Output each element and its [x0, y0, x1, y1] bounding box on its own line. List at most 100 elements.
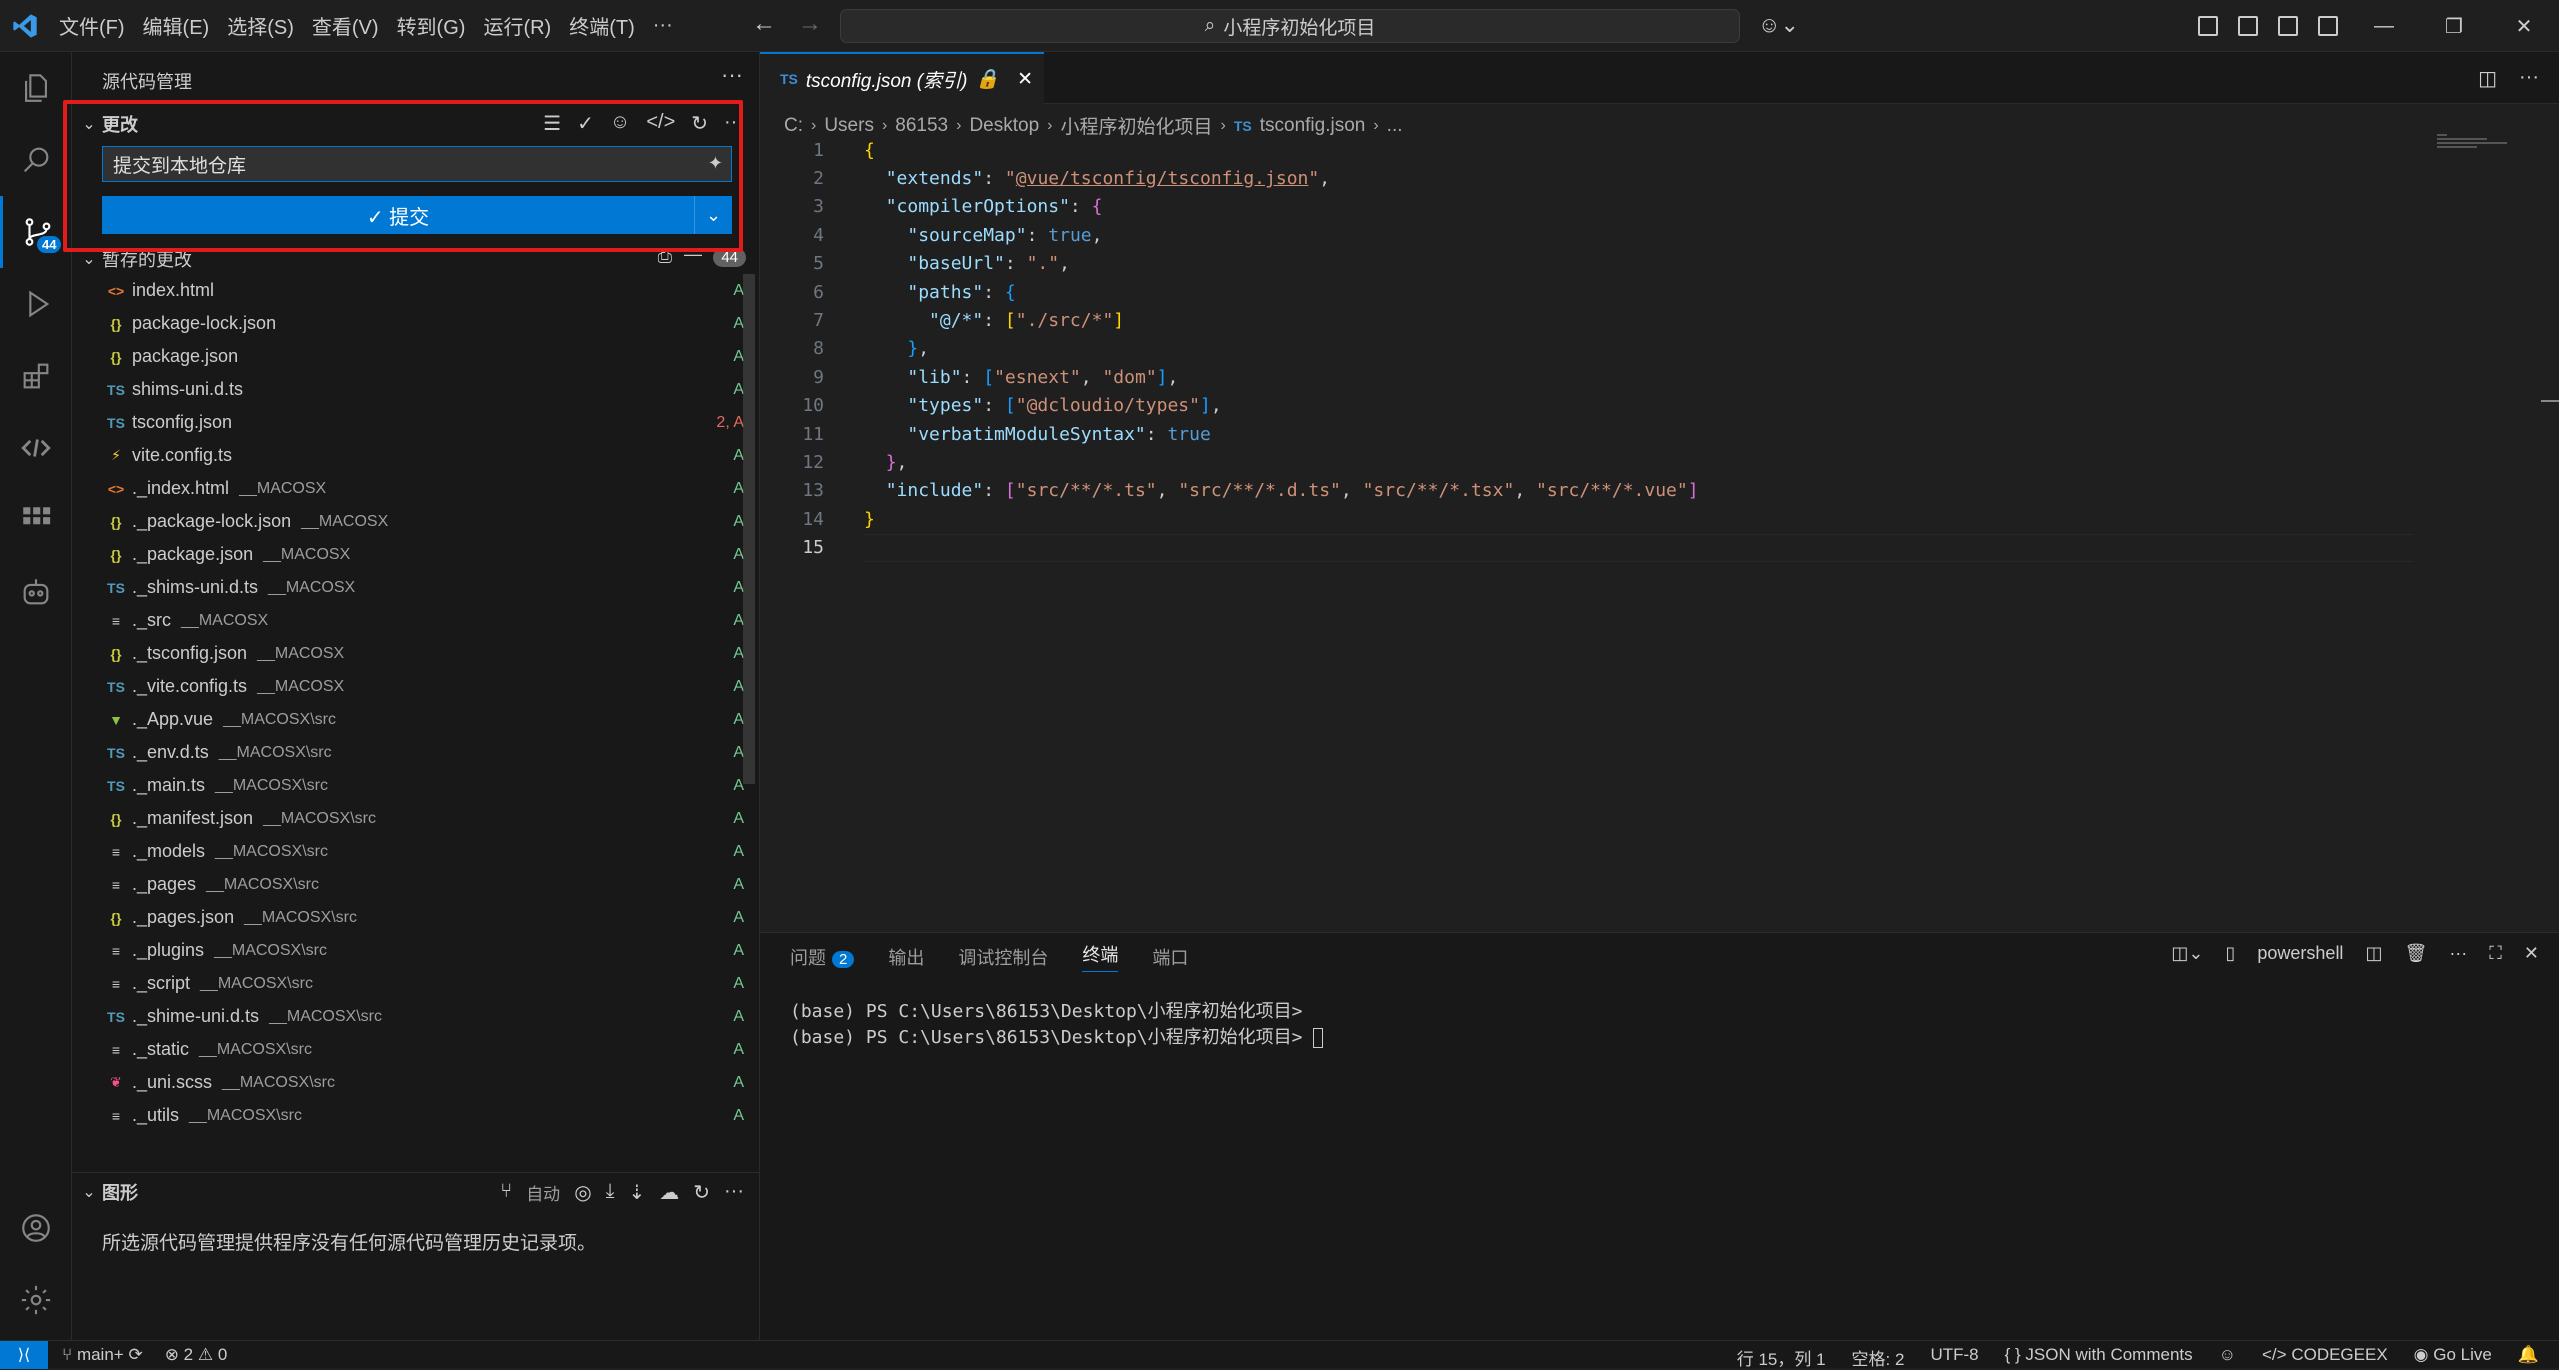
notifications-bell-icon[interactable]: 🔔	[2518, 1345, 2539, 1370]
menu-go[interactable]: 转到(G)	[388, 11, 475, 40]
breadcrumb-item[interactable]: tsconfig.json	[1260, 115, 1366, 137]
open-file-icon[interactable]: ⎙	[658, 246, 672, 267]
list-item[interactable]: {} ._package-lock.json __MACOSX A	[72, 505, 760, 538]
menu-terminal[interactable]: 终端(T)	[560, 11, 644, 40]
trash-icon[interactable]: 🗑	[2404, 943, 2427, 964]
new-terminal-layout-icon[interactable]: ◫⌄	[2171, 943, 2203, 964]
list-item[interactable]: TS ._shims-uni.d.ts __MACOSX A	[72, 571, 760, 604]
terminal-shell-name[interactable]: powershell	[2257, 943, 2343, 964]
tab-output[interactable]: 输出	[888, 944, 924, 970]
list-item[interactable]: TS ._vite.config.ts __MACOSX A	[72, 670, 760, 703]
back-arrow-icon[interactable]: ←	[752, 10, 776, 38]
cursor-position[interactable]: 行 15，列 1	[1737, 1345, 1826, 1370]
list-item[interactable]: TS ._main.ts __MACOSX\src A	[72, 769, 760, 802]
tab-problems[interactable]: 问题 2	[790, 944, 855, 970]
indentation[interactable]: 空格: 2	[1852, 1345, 1905, 1370]
list-item[interactable]: ≡ ._static __MACOSX\src A	[72, 1033, 760, 1066]
run-debug-icon[interactable]	[0, 268, 72, 340]
encoding[interactable]: UTF-8	[1930, 1345, 1978, 1370]
sparkle-icon[interactable]: ✦	[708, 153, 723, 174]
codegeex-icon[interactable]	[0, 412, 72, 484]
copilot-icon[interactable]: ☺⌄	[1758, 12, 1799, 38]
list-item[interactable]: {} ._package.json __MACOSX A	[72, 538, 760, 571]
panel-more-icon[interactable]: ···	[2449, 943, 2467, 964]
breadcrumb-item[interactable]: 小程序初始化项目	[1060, 112, 1212, 139]
minimize-icon[interactable]: —	[2349, 0, 2419, 52]
close-icon[interactable]: ✕	[2489, 0, 2559, 52]
apps-grid-icon[interactable]	[0, 484, 72, 556]
problems-status[interactable]: ⊗ 2 ⚠ 0	[165, 1345, 228, 1365]
account-icon[interactable]	[0, 1192, 72, 1264]
graph-more-icon[interactable]: ···	[724, 1180, 744, 1205]
target-icon[interactable]: ◎	[574, 1180, 591, 1205]
commit-dropdown-chevron-icon[interactable]: ⌄	[694, 196, 732, 234]
list-item[interactable]: ❦ ._uni.scss __MACOSX\src A	[72, 1066, 760, 1099]
more-actions-icon[interactable]: ···	[721, 62, 743, 88]
language-mode[interactable]: { } JSON with Comments	[2005, 1345, 2193, 1370]
toggle-panel-icon[interactable]	[2278, 16, 2298, 36]
maximize-panel-icon[interactable]: ⛶	[2489, 943, 2502, 964]
split-terminal-icon[interactable]: ◫	[2365, 943, 2382, 964]
remote-indicator-icon[interactable]: ⟩⟨	[0, 1340, 48, 1369]
pull-icon[interactable]: ⇣	[628, 1180, 645, 1205]
source-control-icon[interactable]: 44	[0, 196, 72, 268]
tab-tsconfig[interactable]: TS tsconfig.json (索引) 🔒 ✕	[760, 52, 1044, 104]
extensions-icon[interactable]	[0, 340, 72, 412]
robot-icon[interactable]	[0, 556, 72, 628]
list-item[interactable]: ▼ ._App.vue __MACOSX\src A	[72, 703, 760, 736]
tab-debug-console[interactable]: 调试控制台	[958, 944, 1048, 970]
list-item[interactable]: ≡ ._models __MACOSX\src A	[72, 835, 760, 868]
menu-edit[interactable]: 编辑(E)	[134, 11, 219, 40]
menu-run[interactable]: 运行(R)	[474, 11, 560, 40]
section-more-icon[interactable]: ···	[724, 111, 744, 136]
list-item[interactable]: ≡ ._script __MACOSX\src A	[72, 967, 760, 1000]
codegeex-status[interactable]: </> CODEGEEX	[2262, 1345, 2388, 1370]
list-item[interactable]: TS tsconfig.json 2, A	[72, 406, 760, 439]
list-item[interactable]: {} ._pages.json __MACOSX\src A	[72, 901, 760, 934]
graph-refresh-icon[interactable]: ↻	[693, 1180, 710, 1205]
breadcrumb-item[interactable]: C:	[784, 115, 803, 137]
explorer-icon[interactable]	[0, 52, 72, 124]
tab-ports[interactable]: 端口	[1152, 944, 1188, 970]
editor-more-icon[interactable]: ···	[2519, 66, 2539, 91]
list-item[interactable]: ≡ ._src __MACOSX A	[72, 604, 760, 637]
list-item[interactable]: {} package.json A	[72, 340, 760, 373]
menu-view[interactable]: 查看(V)	[303, 11, 388, 40]
split-editor-icon[interactable]: ◫	[2478, 66, 2497, 91]
graph-section-header[interactable]: ⌄ 图形 ⑂ 自动 ◎ ⤓ ⇣ ☁ ↻ ···	[72, 1172, 760, 1210]
list-item[interactable]: {} package-lock.json A	[72, 307, 760, 340]
menu-file[interactable]: 文件(F)	[50, 11, 134, 40]
menu-selection[interactable]: 选择(S)	[218, 11, 303, 40]
commit-message-input[interactable]: 提交到本地仓库 ✦	[102, 146, 732, 182]
list-item[interactable]: {} ._tsconfig.json __MACOSX A	[72, 637, 760, 670]
commit-check-icon[interactable]: ✓	[577, 111, 594, 136]
commit-button[interactable]: ✓ 提交 ⌄	[102, 196, 732, 234]
staged-changes-header[interactable]: ⌄ 暂存的更改 ⎙ — 44	[72, 242, 760, 275]
list-item[interactable]: TS ._env.d.ts __MACOSX\src A	[72, 736, 760, 769]
list-item[interactable]: ≡ ._pages __MACOSX\src A	[72, 868, 760, 901]
command-center-search[interactable]: ⌕ 小程序初始化项目	[840, 9, 1740, 43]
unstage-all-icon[interactable]: —	[684, 244, 702, 265]
tab-terminal[interactable]: 终端	[1082, 941, 1119, 972]
go-live-status[interactable]: ◉ Go Live	[2414, 1345, 2492, 1370]
forward-arrow-icon[interactable]: →	[798, 10, 822, 38]
ai-assist-icon[interactable]: ☺	[610, 111, 630, 136]
list-item[interactable]: {} ._manifest.json __MACOSX\src A	[72, 802, 760, 835]
fetch-icon[interactable]: ⤓	[606, 1180, 615, 1205]
customize-layout-icon[interactable]	[2198, 16, 2218, 36]
breadcrumb-item[interactable]: Desktop	[969, 115, 1039, 137]
search-icon[interactable]	[0, 124, 72, 196]
copilot-status-icon[interactable]: ☺	[2219, 1345, 2236, 1370]
toggle-secondary-sidebar-icon[interactable]	[2318, 16, 2338, 36]
tab-close-icon[interactable]: ✕	[1017, 68, 1033, 91]
breadcrumb-item[interactable]: ...	[1387, 115, 1403, 137]
toggle-primary-sidebar-icon[interactable]	[2238, 16, 2258, 36]
list-item[interactable]: ≡ ._plugins __MACOSX\src A	[72, 934, 760, 967]
breadcrumb-item[interactable]: 86153	[895, 115, 948, 137]
menu-more[interactable]: ···	[644, 14, 682, 37]
list-item[interactable]: ≡ ._utils __MACOSX\src A	[72, 1099, 760, 1132]
view-as-list-icon[interactable]: ☰	[543, 111, 561, 136]
list-item[interactable]: <> ._index.html __MACOSX A	[72, 472, 760, 505]
codegeex-commit-icon[interactable]: </>	[646, 111, 675, 136]
minimap[interactable]	[2437, 134, 2511, 164]
